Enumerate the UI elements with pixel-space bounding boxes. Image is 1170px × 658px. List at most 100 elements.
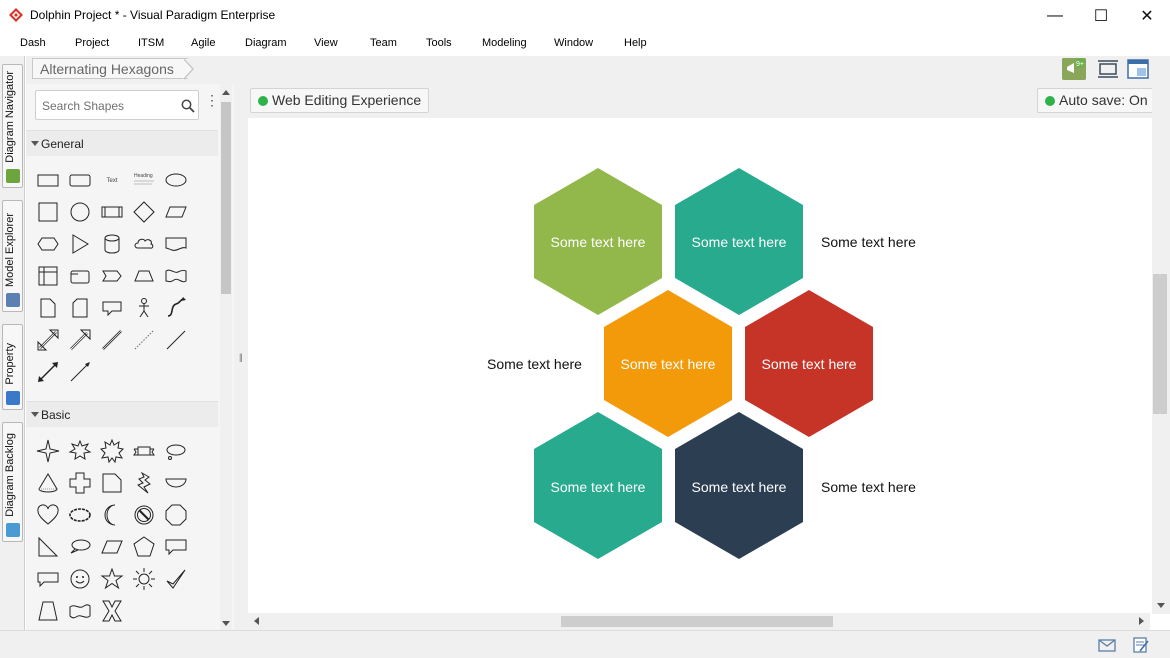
- note-shape-icon[interactable]: [100, 471, 124, 495]
- rect-callout-shape-icon[interactable]: [36, 567, 60, 591]
- layout-icon[interactable]: [1126, 58, 1150, 80]
- scroll-left-icon[interactable]: [254, 617, 259, 625]
- ellipse-shape-icon[interactable]: [164, 168, 188, 192]
- side-text-label[interactable]: Some text here: [821, 234, 916, 250]
- mail-icon[interactable]: [1098, 637, 1116, 653]
- wave-shape-icon[interactable]: [164, 264, 188, 288]
- chevron-shape-icon[interactable]: [100, 264, 124, 288]
- cloud-callout-shape-icon[interactable]: [164, 439, 188, 463]
- smiley-shape-icon[interactable]: [68, 567, 92, 591]
- menu-window[interactable]: Window: [554, 37, 593, 49]
- side-text-label[interactable]: Some text here: [821, 479, 916, 495]
- minimize-button[interactable]: —: [1032, 0, 1078, 32]
- star-shape-icon[interactable]: [100, 567, 124, 591]
- heading-shape-icon[interactable]: Heading: [132, 168, 156, 192]
- no-symbol-shape-icon[interactable]: [132, 503, 156, 527]
- scroll-right-icon[interactable]: [1139, 617, 1144, 625]
- cylinder-shape-icon[interactable]: [100, 232, 124, 256]
- cone-shape-icon[interactable]: [36, 471, 60, 495]
- right-triangle-shape-icon[interactable]: [36, 535, 60, 559]
- vertical-scroll-thumb[interactable]: [1153, 274, 1167, 414]
- menu-itsm[interactable]: ITSM: [138, 37, 164, 49]
- line-shape-icon[interactable]: [164, 328, 188, 352]
- page-shape-icon[interactable]: [36, 296, 60, 320]
- tab-property[interactable]: Property: [2, 324, 23, 410]
- fit-diagram-icon[interactable]: [1096, 58, 1120, 80]
- folded-page-shape-icon[interactable]: [68, 296, 92, 320]
- search-icon[interactable]: [181, 99, 195, 113]
- panel-menu-icon[interactable]: ⋮: [205, 93, 219, 114]
- menu-agile[interactable]: Agile: [191, 37, 215, 49]
- menu-project[interactable]: Project: [75, 37, 109, 49]
- lightning-shape-icon[interactable]: [132, 471, 156, 495]
- canvas-horizontal-scrollbar[interactable]: [248, 613, 1150, 630]
- menu-diagram[interactable]: Diagram: [245, 37, 287, 49]
- pentagon-shape-icon[interactable]: [132, 535, 156, 559]
- curve-shape-icon[interactable]: [164, 296, 188, 320]
- menu-dash[interactable]: Dash: [20, 37, 46, 49]
- speech-oval-shape-icon[interactable]: [68, 535, 92, 559]
- tab-model-explorer[interactable]: Model Explorer: [2, 200, 23, 312]
- checkmark-shape-icon[interactable]: [164, 567, 188, 591]
- tab-diagram-navigator[interactable]: Diagram Navigator: [2, 64, 23, 188]
- announcement-icon[interactable]: 9+: [1062, 58, 1086, 80]
- breadcrumb[interactable]: Alternating Hexagons: [32, 58, 188, 79]
- process-shape-icon[interactable]: [100, 200, 124, 224]
- web-editing-pill[interactable]: Web Editing Experience: [250, 88, 430, 113]
- diagram-canvas[interactable]: Some text here Some text here Some text …: [248, 118, 1150, 613]
- edit-document-icon[interactable]: [1132, 637, 1150, 653]
- canvas-vertical-scrollbar[interactable]: [1152, 84, 1170, 614]
- rounded-rectangle-shape-icon[interactable]: [68, 168, 92, 192]
- autosave-pill[interactable]: Auto save: On: [1037, 88, 1156, 113]
- table-shape-icon[interactable]: [36, 264, 60, 288]
- square-shape-icon[interactable]: [36, 200, 60, 224]
- octagon-shape-icon[interactable]: [164, 503, 188, 527]
- scroll-down-icon[interactable]: [1157, 603, 1165, 608]
- rectangle-shape-icon[interactable]: [36, 168, 60, 192]
- trapezoid-tall-shape-icon[interactable]: [36, 599, 60, 623]
- speech-rectangle-shape-icon[interactable]: [164, 535, 188, 559]
- half-circle-shape-icon[interactable]: [164, 471, 188, 495]
- trapezoid-shape-icon[interactable]: [132, 264, 156, 288]
- x-shape-icon[interactable]: [100, 599, 124, 623]
- star-burst-shape-icon[interactable]: [68, 439, 92, 463]
- scalloped-shape-icon[interactable]: [68, 503, 92, 527]
- search-input[interactable]: [42, 97, 170, 114]
- scroll-up-icon[interactable]: [222, 90, 230, 95]
- close-button[interactable]: ✕: [1124, 0, 1170, 32]
- shapes-panel-scrollbar[interactable]: [220, 84, 232, 630]
- panel-splitter[interactable]: ||: [234, 84, 248, 630]
- ribbon-shape-icon[interactable]: [132, 439, 156, 463]
- menu-tools[interactable]: Tools: [426, 37, 452, 49]
- menu-modeling[interactable]: Modeling: [482, 37, 527, 49]
- heart-shape-icon[interactable]: [36, 503, 60, 527]
- seal-shape-icon[interactable]: [99, 438, 125, 464]
- cross-shape-icon[interactable]: [68, 471, 92, 495]
- double-arrow-shape-icon[interactable]: [36, 328, 60, 352]
- menu-help[interactable]: Help: [624, 37, 647, 49]
- horizontal-scroll-thumb[interactable]: [561, 616, 833, 627]
- text-shape-icon[interactable]: Text: [100, 168, 124, 192]
- menu-team[interactable]: Team: [370, 37, 397, 49]
- triangle-shape-icon[interactable]: [68, 232, 92, 256]
- section-basic[interactable]: Basic: [26, 401, 218, 427]
- document-shape-icon[interactable]: [164, 232, 188, 256]
- parallelogram-shape-icon[interactable]: [164, 200, 188, 224]
- cloud-shape-icon[interactable]: [132, 232, 156, 256]
- slanted-parallelogram-shape-icon[interactable]: [100, 535, 124, 559]
- side-text-label[interactable]: Some text here: [487, 356, 582, 372]
- four-point-star-shape-icon[interactable]: [36, 439, 60, 463]
- menu-view[interactable]: View: [314, 37, 338, 49]
- sun-shape-icon[interactable]: [132, 567, 156, 591]
- arrow-line-shape-icon[interactable]: [68, 360, 92, 384]
- shapes-panel-scroll-thumb[interactable]: [221, 102, 231, 294]
- callout-shape-icon[interactable]: [100, 296, 124, 320]
- section-general[interactable]: General: [26, 130, 218, 156]
- diamond-shape-icon[interactable]: [132, 200, 156, 224]
- tab-diagram-backlog[interactable]: Diagram Backlog: [2, 422, 23, 542]
- card-shape-icon[interactable]: [68, 264, 92, 288]
- thick-line-shape-icon[interactable]: [100, 328, 124, 352]
- dashed-line-shape-icon[interactable]: [132, 328, 156, 352]
- actor-shape-icon[interactable]: [132, 296, 156, 320]
- hexagon-shape-icon[interactable]: [36, 232, 60, 256]
